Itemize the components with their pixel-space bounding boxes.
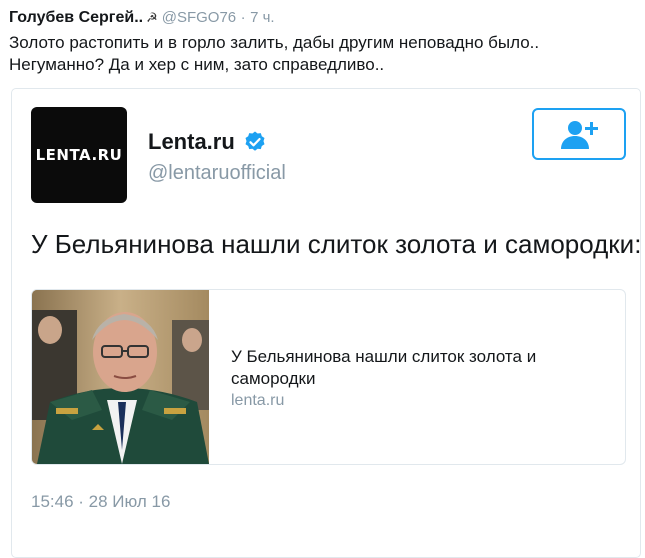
outer-tweet-text-line: Негуманно? Да и хер с ним, зато справедл… <box>9 55 385 74</box>
embedded-tweet-text: У Бельянинова нашли слиток золота и само… <box>31 229 642 259</box>
account-handle[interactable]: @lentaruofficial <box>148 162 286 185</box>
outer-tweet-text-line: Золото растопить и в горло залить, дабы … <box>9 33 540 52</box>
hammer-sickle-icon: ☭ <box>146 10 158 25</box>
link-preview-card[interactable]: У Бельянинова нашли слиток золота и само… <box>31 289 626 465</box>
link-preview-image[interactable] <box>32 290 209 464</box>
link-preview-domain: lenta.ru <box>231 392 285 409</box>
follow-button[interactable] <box>532 108 626 160</box>
account-name-label: Lenta.ru <box>148 129 235 154</box>
tweet-time[interactable]: 7 ч. <box>250 9 275 26</box>
embedded-tweet-card[interactable]: LENTA.RU Lenta.ru @lentaruofficial У Бел… <box>11 88 641 558</box>
avatar[interactable]: LENTA.RU <box>31 107 127 203</box>
separator-dot: · <box>240 9 246 26</box>
follow-user-icon <box>561 121 598 149</box>
author-handle[interactable]: @SFGO76 <box>162 9 236 26</box>
official-photo <box>32 290 209 464</box>
embedded-tweet-timestamp[interactable]: 15:46 · 28 Июл 16 <box>31 492 170 512</box>
link-preview-title[interactable]: У Бельянинова нашли слиток золота и само… <box>231 346 601 390</box>
outer-tweet-text: Золото растопить и в горло залить, дабы … <box>9 32 635 76</box>
avatar-logo-text: LENTA.RU <box>35 146 123 164</box>
outer-tweet-header: Голубев Сергей.. ☭ @SFGO76 · 7 ч. <box>9 8 635 28</box>
author-name[interactable]: Голубев Сергей.. <box>9 9 143 26</box>
verified-icon <box>245 131 265 151</box>
account-name[interactable]: Lenta.ru <box>148 129 267 155</box>
